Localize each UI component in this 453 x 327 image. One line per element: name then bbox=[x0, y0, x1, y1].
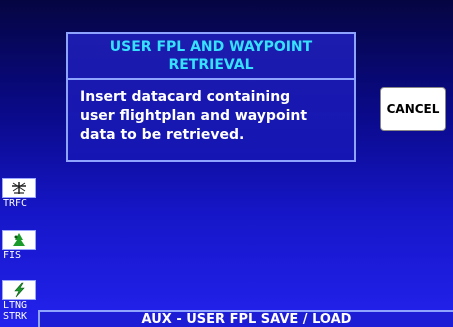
sidebar-item-lightning[interactable]: LTNG STRK bbox=[0, 278, 38, 322]
fis-icon bbox=[2, 230, 36, 250]
retrieval-dialog: USER FPL AND WAYPOINT RETRIEVAL Insert d… bbox=[66, 32, 356, 162]
sidebar-item-label: FIS bbox=[3, 250, 22, 261]
sidebar-item-label: TRFC bbox=[3, 198, 28, 209]
sidebar-item-label: LTNG STRK bbox=[3, 300, 28, 322]
sidebar-item-traffic[interactable]: TRFC bbox=[0, 176, 38, 209]
page-title-bar: AUX - USER FPL SAVE / LOAD bbox=[38, 310, 453, 327]
lightning-icon bbox=[2, 280, 36, 300]
dialog-message: Insert datacard containing user flightpl… bbox=[80, 89, 308, 143]
traffic-icon bbox=[2, 178, 36, 198]
dialog-title: USER FPL AND WAYPOINT RETRIEVAL bbox=[68, 34, 354, 80]
sidebar-item-fis[interactable]: FIS bbox=[0, 228, 38, 261]
cancel-button[interactable]: CANCEL bbox=[380, 87, 446, 131]
